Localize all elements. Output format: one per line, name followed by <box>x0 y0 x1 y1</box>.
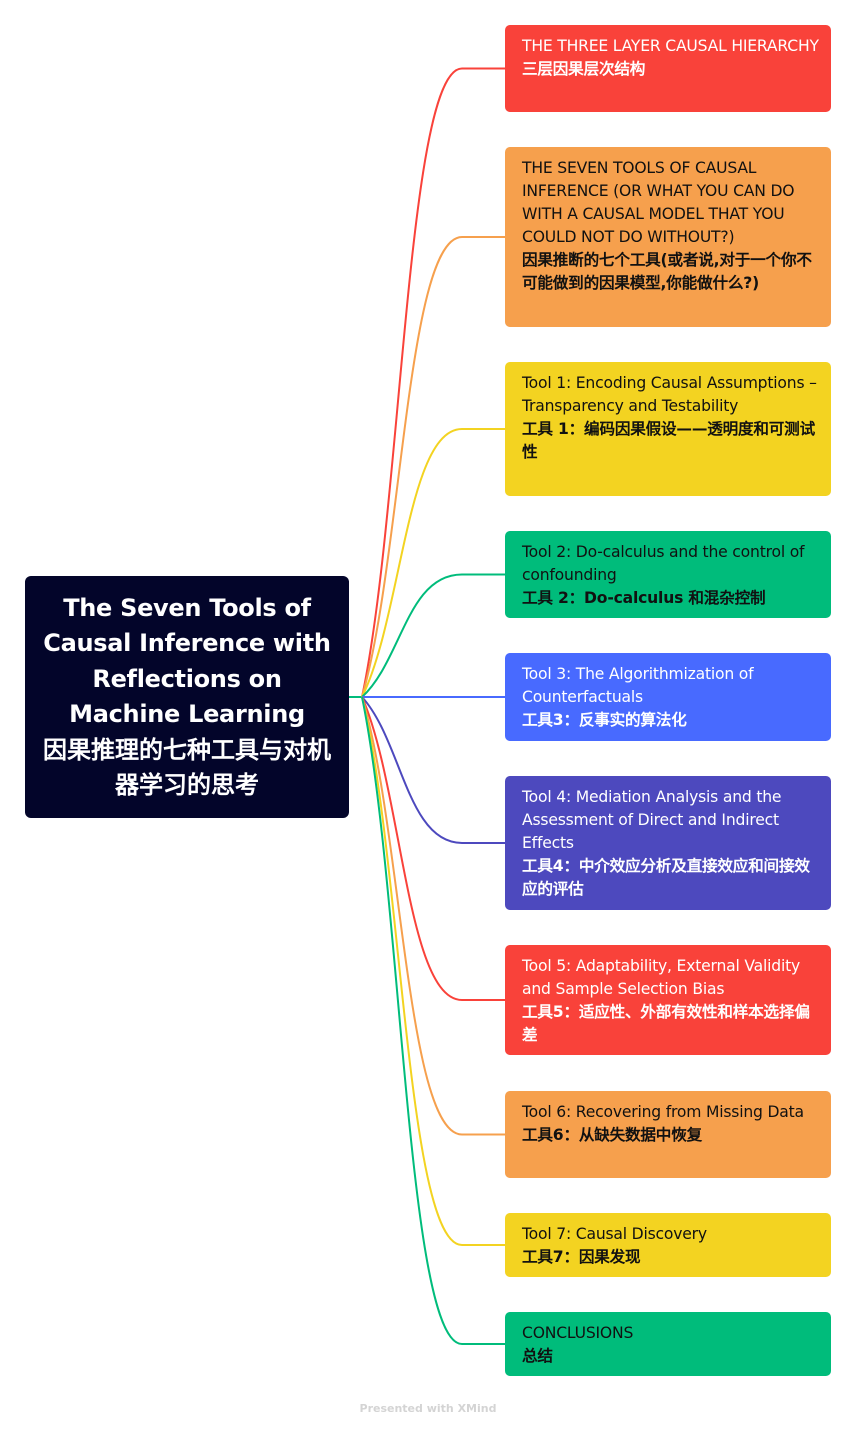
branch-topic-title-en: Tool 1: Encoding Causal Assumptions – Tr… <box>522 374 817 415</box>
branch-topic-tool-4[interactable]: Tool 4: Mediation Analysis and the Asses… <box>505 776 831 910</box>
branch-connector <box>361 236 505 698</box>
branch-topic-title-zh: 工具6：从缺失数据中恢复 <box>522 1126 702 1144</box>
branch-topic-tool-5[interactable]: Tool 5: Adaptability, External Validity … <box>505 945 831 1055</box>
branch-connector <box>361 696 505 1136</box>
branch-topic-title-zh: 工具7：因果发现 <box>522 1248 641 1266</box>
branch-topic-tool-6[interactable]: Tool 6: Recovering from Missing Data 工具6… <box>505 1091 831 1178</box>
branch-topic-tool-1[interactable]: Tool 1: Encoding Causal Assumptions – Tr… <box>505 362 831 496</box>
branch-topic-title-zh: 工具 1：编码因果假设——透明度和可测试性 <box>522 420 815 461</box>
branch-topic-title-en: THE THREE LAYER CAUSAL HIERARCHY <box>522 37 819 55</box>
branch-topic-tool-7[interactable]: Tool 7: Causal Discovery 工具7：因果发现 <box>505 1213 831 1277</box>
branch-topic-title-zh: 工具 2：Do-calculus 和混杂控制 <box>522 589 766 607</box>
central-topic[interactable]: The Seven Tools of Causal Inference with… <box>25 576 349 818</box>
branch-topic-title-en: Tool 2: Do-calculus and the control of c… <box>522 543 805 584</box>
branch-topic-title-zh: 三层因果层次结构 <box>522 60 646 78</box>
branch-topic-tool-3[interactable]: Tool 3: The Algorithmization of Counterf… <box>505 653 831 741</box>
branch-topic-title-en: Tool 4: Mediation Analysis and the Asses… <box>522 788 782 852</box>
branch-topic-title-en: Tool 3: The Algorithmization of Counterf… <box>522 665 754 706</box>
branch-connector <box>361 428 505 698</box>
branch-topic-title-zh: 工具5：适应性、外部有效性和样本选择偏差 <box>522 1003 810 1044</box>
branch-topic-title-en: Tool 6: Recovering from Missing Data <box>522 1103 804 1121</box>
branch-connector <box>361 67 505 698</box>
branch-topic-title-en: Tool 7: Causal Discovery <box>522 1225 707 1243</box>
branch-topic-causal-hierarchy[interactable]: THE THREE LAYER CAUSAL HIERARCHY 三层因果层次结… <box>505 25 831 112</box>
branch-topic-title-en: Tool 5: Adaptability, External Validity … <box>522 957 801 998</box>
branch-topic-seven-tools[interactable]: THE SEVEN TOOLS OF CAUSAL INFERENCE (OR … <box>505 147 831 327</box>
branch-topic-title-zh: 工具3：反事实的算法化 <box>522 711 687 729</box>
branch-topic-title-en: THE SEVEN TOOLS OF CAUSAL INFERENCE (OR … <box>522 159 795 246</box>
branch-topic-conclusions[interactable]: CONCLUSIONS 总结 <box>505 1312 831 1376</box>
central-topic-title-zh: 因果推理的七种工具与对机器学习的思考 <box>43 735 331 800</box>
branch-topic-title-zh: 总结 <box>522 1347 553 1365</box>
branch-topic-title-en: CONCLUSIONS <box>522 1324 634 1342</box>
footer-credit: Presented with XMind <box>359 1402 497 1415</box>
branch-topic-title-zh: 因果推断的七个工具(或者说,对于一个你不可能做到的因果模型,你能做什么?) <box>522 251 812 292</box>
branch-topic-tool-2[interactable]: Tool 2: Do-calculus and the control of c… <box>505 531 831 618</box>
branch-topic-title-zh: 工具4：中介效应分析及直接效应和间接效应的评估 <box>522 857 810 898</box>
branch-connector <box>361 696 505 1246</box>
central-topic-title-en: The Seven Tools of Causal Inference with… <box>43 593 331 729</box>
